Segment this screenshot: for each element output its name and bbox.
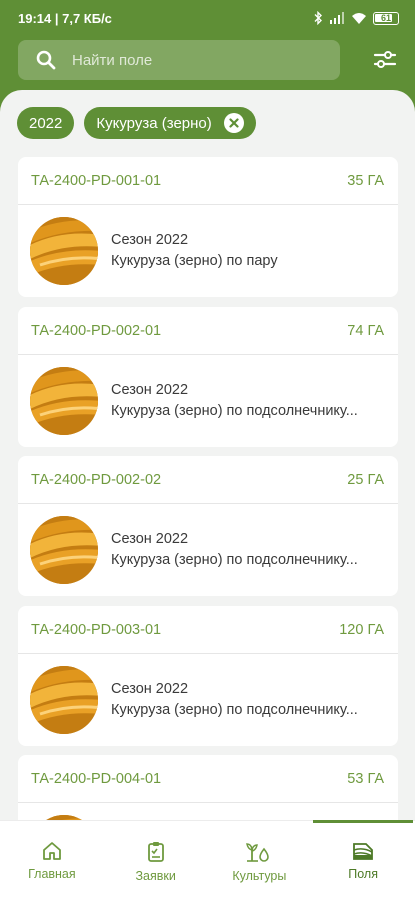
bottom-navigation: Главная Заявки Культуры Поля	[0, 820, 415, 900]
field-area: 35 ГА	[347, 172, 384, 189]
wifi-icon	[352, 13, 366, 24]
status-bar: 19:14 | 7,7 КБ/с 61	[0, 0, 415, 36]
signal-icon	[330, 12, 344, 24]
corn-thumbnail	[30, 516, 98, 584]
nav-requests-label: Заявки	[135, 869, 176, 883]
field-card-header: ТА-2400-PD-003-01 120 ГА	[18, 606, 398, 654]
field-season: Сезон 2022	[111, 681, 189, 697]
chip-year-label: 2022	[29, 114, 63, 132]
search-box[interactable]	[18, 40, 340, 80]
field-card[interactable]: ТА-2400-PD-003-01 120 ГА Сезон 2022 Куку…	[18, 606, 398, 746]
nav-requests[interactable]: Заявки	[104, 821, 208, 900]
field-crop: Кукуруза (зерно) по подсолнечнику...	[111, 552, 358, 568]
field-card[interactable]: ТА-2400-PD-004-01 53 ГА	[18, 755, 398, 820]
field-card[interactable]: ТА-2400-PD-002-02 25 ГА Сезон 2022 Кукур…	[18, 456, 398, 596]
field-id: ТА-2400-PD-002-02	[31, 471, 162, 488]
nav-fields[interactable]: Поля	[311, 820, 415, 900]
corn-thumbnail	[30, 217, 98, 285]
field-season: Сезон 2022	[111, 232, 189, 248]
nav-crops-label: Культуры	[232, 869, 287, 883]
field-crop: Кукуруза (зерно) по подсолнечнику...	[111, 702, 358, 718]
status-icons: 61	[313, 11, 399, 25]
field-card-body: Сезон 2022 Кукуруза (зерно) по подсолнеч…	[18, 654, 398, 746]
field-card-body: Сезон 2022 Кукуруза (зерно) по пару	[18, 205, 398, 297]
sprout-icon	[246, 843, 270, 862]
corn-thumbnail	[30, 367, 98, 435]
field-card-header: ТА-2400-PD-001-01 35 ГА	[18, 157, 398, 205]
chip-remove-button[interactable]	[223, 113, 244, 133]
field-card-header: ТА-2400-PD-004-01 53 ГА	[18, 755, 398, 803]
field-season: Сезон 2022	[111, 382, 189, 398]
field-id: ТА-2400-PD-004-01	[31, 770, 162, 787]
field-crop: Кукуруза (зерно) по пару	[111, 253, 278, 269]
chip-crop-label: Кукуруза (зерно)	[96, 114, 212, 132]
field-season: Сезон 2022	[111, 531, 189, 547]
field-area: 120 ГА	[339, 621, 384, 638]
field-area: 53 ГА	[347, 770, 384, 787]
nav-home-label: Главная	[28, 867, 76, 881]
nav-home[interactable]: Главная	[0, 821, 104, 900]
chip-crop[interactable]: Кукуруза (зерно)	[84, 107, 256, 139]
close-icon	[229, 118, 239, 128]
nav-fields-label: Поля	[348, 867, 378, 881]
search-input[interactable]	[72, 51, 312, 69]
filter-button[interactable]	[370, 46, 400, 74]
field-card-body	[18, 803, 398, 820]
field-card-body: Сезон 2022 Кукуруза (зерно) по подсолнеч…	[18, 504, 398, 596]
field-area: 25 ГА	[347, 471, 384, 488]
field-id: ТА-2400-PD-002-01	[31, 322, 162, 339]
sliders-icon	[373, 51, 397, 68]
fields-icon	[353, 843, 374, 860]
field-card-body: Сезон 2022 Кукуруза (зерно) по подсолнеч…	[18, 355, 398, 447]
status-time: 19:14 | 7,7 КБ/с	[18, 10, 112, 26]
battery-icon: 61	[373, 11, 399, 25]
field-card[interactable]: ТА-2400-PD-001-01 35 ГА Сезон 2022 Кукур…	[18, 157, 398, 297]
field-area: 74 ГА	[347, 322, 384, 339]
fields-list-panel: 2022 Кукуруза (зерно) ТА-2400-PD-001-01 …	[0, 90, 415, 820]
corn-thumbnail	[30, 666, 98, 734]
search-icon	[36, 50, 56, 70]
chip-year[interactable]: 2022	[17, 107, 75, 139]
home-icon	[42, 842, 61, 860]
field-id: ТА-2400-PD-001-01	[31, 172, 162, 189]
bluetooth-icon	[314, 11, 322, 25]
nav-crops[interactable]: Культуры	[208, 821, 312, 900]
field-card[interactable]: ТА-2400-PD-002-01 74 ГА Сезон 2022 Кукур…	[18, 307, 398, 447]
battery-level: 61	[380, 12, 391, 23]
field-card-header: ТА-2400-PD-002-01 74 ГА	[18, 307, 398, 355]
filter-chips: 2022 Кукуруза (зерно)	[17, 107, 256, 139]
field-crop: Кукуруза (зерно) по подсолнечнику...	[111, 403, 358, 419]
clipboard-icon	[147, 842, 164, 862]
field-card-header: ТА-2400-PD-002-02 25 ГА	[18, 456, 398, 504]
field-id: ТА-2400-PD-003-01	[31, 621, 162, 638]
